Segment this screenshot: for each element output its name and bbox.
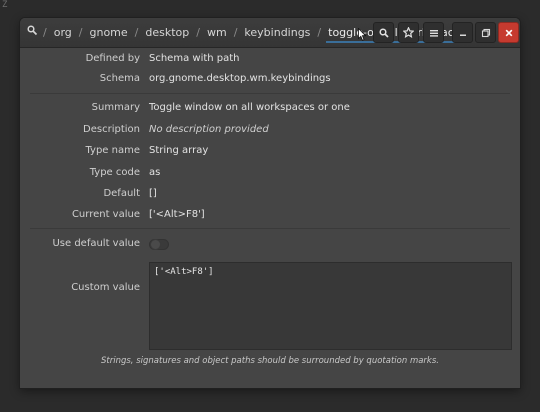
type-code-label: Type code	[89, 167, 140, 178]
breadcrumb-desktop[interactable]: desktop	[139, 21, 195, 44]
root-path-button[interactable]	[22, 21, 42, 44]
close-button[interactable]	[498, 22, 519, 43]
default-label: Default	[103, 188, 140, 199]
background-corner-mark: Z	[2, 0, 8, 10]
menu-icon	[429, 29, 438, 37]
defined-by-value: Schema with path	[149, 53, 240, 64]
breadcrumb-org[interactable]: org	[48, 21, 78, 44]
breadcrumb-keybindings[interactable]: keybindings	[238, 21, 316, 44]
type-name-value: String array	[149, 145, 209, 156]
search-path-icon	[26, 25, 37, 36]
bookmarks-button[interactable]	[398, 22, 419, 43]
search-icon	[378, 27, 389, 38]
row-type-name: Type name String array	[20, 141, 520, 161]
row-description: Description No description provided	[20, 120, 520, 140]
section-divider	[30, 228, 510, 229]
dconf-editor-window: / org / gnome / desktop / wm / keybindin…	[20, 18, 520, 388]
use-default-label: Use default value	[52, 238, 140, 249]
type-code-value: as	[149, 167, 161, 178]
menu-button[interactable]	[423, 22, 444, 43]
star-icon	[403, 27, 414, 38]
minimize-button[interactable]	[452, 22, 473, 43]
minimize-icon	[459, 34, 466, 36]
row-type-code: Type code as	[20, 163, 520, 183]
maximize-icon	[481, 28, 490, 37]
description-value: No description provided	[149, 124, 269, 135]
type-name-label: Type name	[85, 145, 140, 156]
maximize-button[interactable]	[475, 22, 496, 43]
header-bar: / org / gnome / desktop / wm / keybindin…	[20, 18, 520, 48]
row-default: Default []	[20, 184, 520, 204]
row-schema: Schema org.gnome.desktop.wm.keybindings	[20, 69, 520, 89]
breadcrumb-wm[interactable]: wm	[201, 21, 233, 44]
footer-hint: Strings, signatures and object paths sho…	[101, 356, 439, 366]
section-divider	[30, 93, 510, 94]
mouse-cursor-icon	[358, 28, 366, 41]
defined-by-label: Defined by	[85, 53, 140, 64]
description-label: Description	[83, 124, 140, 135]
schema-label: Schema	[99, 73, 140, 84]
current-value-value: ['<Alt>F8']	[149, 209, 205, 220]
close-icon	[505, 29, 512, 36]
schema-value: org.gnome.desktop.wm.keybindings	[149, 73, 331, 84]
current-value-label: Current value	[71, 209, 140, 220]
custom-value-label: Custom value	[71, 282, 140, 293]
row-use-default: Use default value	[20, 234, 520, 254]
switch-knob	[150, 239, 161, 250]
row-defined-by: Defined by Schema with path	[20, 49, 520, 69]
summary-value: Toggle window on all workspaces or one	[149, 102, 350, 113]
use-default-switch[interactable]	[149, 239, 169, 250]
breadcrumb-gnome[interactable]: gnome	[83, 21, 133, 44]
row-current-value: Current value ['<Alt>F8']	[20, 205, 520, 225]
search-button[interactable]	[373, 22, 394, 43]
row-summary: Summary Toggle window on all workspaces …	[20, 98, 520, 118]
summary-label: Summary	[91, 102, 140, 113]
custom-value-textarea[interactable]: ['<Alt>F8']	[149, 262, 512, 350]
default-value: []	[149, 188, 157, 199]
